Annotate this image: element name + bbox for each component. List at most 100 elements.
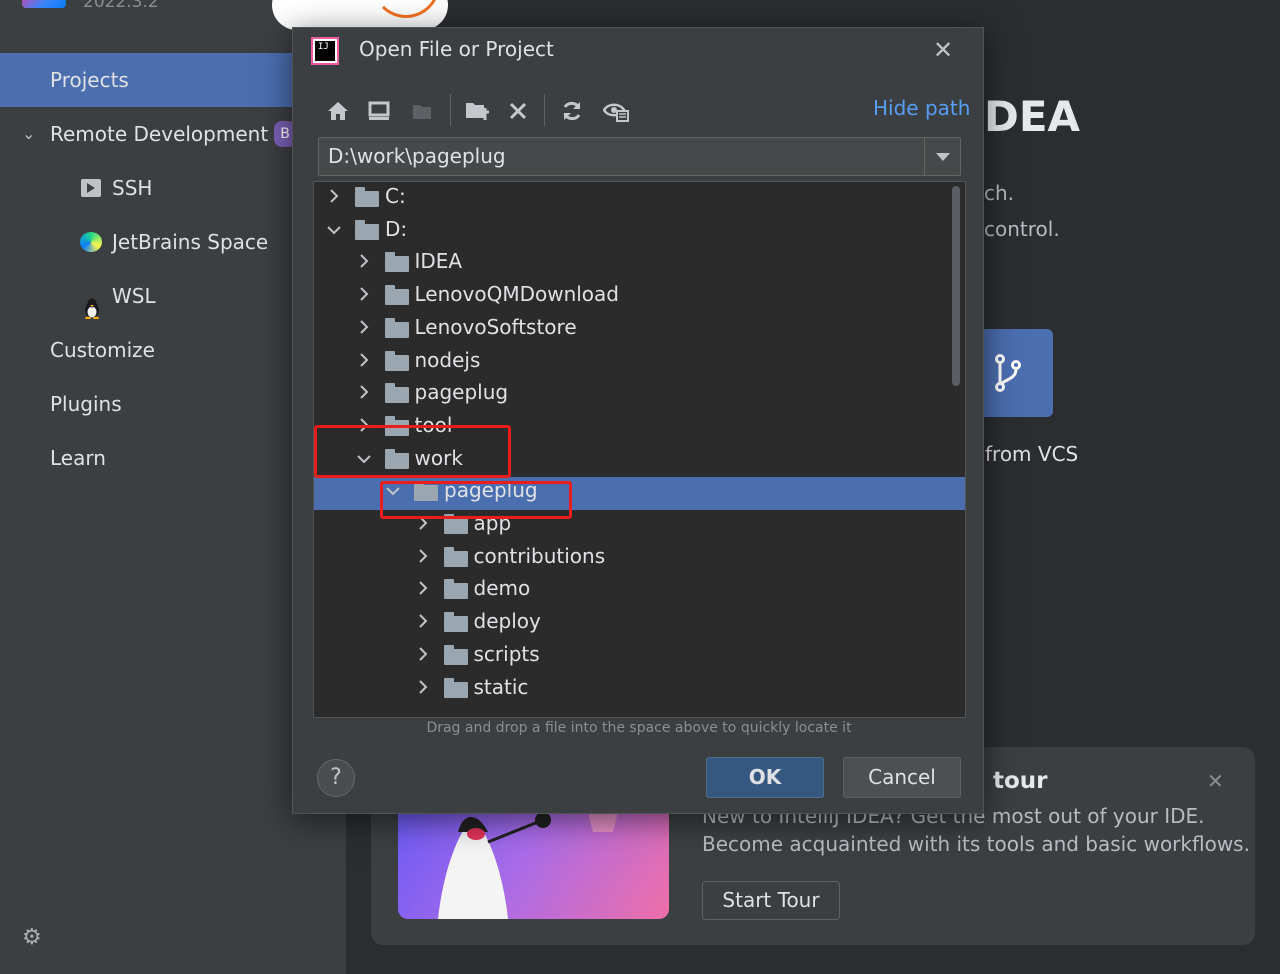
chevron-right-icon[interactable] [415,546,431,568]
intellij-logo [22,0,66,8]
tree-row-label: IDEA [414,249,463,274]
refresh-icon[interactable] [557,96,587,126]
folder-icon [384,317,409,339]
sidebar-item-label: Remote Development [50,122,269,146]
chevron-right-icon[interactable] [415,644,431,666]
chevron-down-icon[interactable] [924,138,960,175]
close-icon[interactable]: ✕ [933,36,953,64]
chevron-right-icon[interactable] [356,251,372,273]
chevron-down-icon[interactable]: ⌄ [22,107,35,161]
tree-row[interactable]: D: [314,216,965,249]
folder-icon [384,285,409,306]
help-button[interactable]: ? [317,759,355,797]
chevron-right-icon[interactable] [356,317,372,339]
tree-row[interactable]: pageplug [314,379,965,412]
tour-description: Become acquainted with its tools and bas… [702,832,1250,856]
jetbrains-space-icon [80,232,102,252]
tree-row-label: static [473,674,529,699]
intellij-app-icon: IJ [311,37,339,65]
chevron-right-icon[interactable] [356,382,372,404]
toolbar-separator [450,94,451,126]
get-from-vcs-button[interactable] [984,329,1053,417]
tree-row[interactable]: static [314,674,965,707]
folder-icon [384,252,409,273]
overlay-badge [272,0,448,30]
chevron-right-icon[interactable] [415,611,431,633]
chevron-right-icon[interactable] [326,186,342,208]
tour-illustration [398,812,669,919]
welcome-title: DEA [984,92,1081,141]
sidebar-item-label: Customize [50,338,155,362]
ok-button[interactable]: OK [706,757,824,798]
sidebar-item-ssh[interactable]: SSH [0,161,300,215]
tree-row[interactable]: contributions [314,543,965,576]
new-folder-icon[interactable] [462,96,492,126]
tree-row[interactable]: demo [314,575,965,608]
tree-row-label: D: [385,216,408,241]
path-value: D:\work\pageplug [328,144,506,168]
chevron-right-icon[interactable] [356,350,372,372]
desktop-icon[interactable] [364,96,394,126]
start-tour-button[interactable]: Start Tour [702,881,840,920]
tree-row-label: LenovoSoftstore [414,314,577,339]
chevron-down-icon[interactable] [326,219,342,241]
folder-icon [443,612,468,633]
tree-row-label: nodejs [414,347,481,372]
sidebar-item-label: Projects [50,68,129,92]
tree-row[interactable]: deploy [314,608,965,641]
sidebar-item-wsl[interactable]: WSL [0,269,300,323]
progress-ring [372,0,440,18]
get-from-vcs-label: from VCS [985,442,1079,466]
folder-icon [443,677,468,699]
chevron-right-icon[interactable] [415,677,431,699]
tree-scrollbar[interactable] [952,186,960,386]
tree-row[interactable]: C: [314,183,965,216]
folder-icon [384,350,409,372]
tour-title: tour [993,768,1048,794]
tree-row[interactable]: scripts [314,641,965,674]
annotation-box-work [314,425,511,478]
chevron-right-icon[interactable] [415,578,431,600]
drop-hint: Drag and drop a file into the space abov… [426,720,852,736]
dialog-title: Open File or Project [359,37,554,61]
tree-row-label: deploy [473,609,541,634]
cancel-button[interactable]: Cancel [843,757,961,798]
folder-icon [355,219,379,241]
tree-row[interactable]: nodejs [314,347,965,380]
folder-icon [355,187,379,208]
welcome-text-line: control. [984,217,1060,241]
tree-row[interactable]: IDEA [314,248,965,281]
project-folder-icon[interactable] [407,96,437,126]
tree-row-label: pageplug [414,380,509,405]
folder-icon [443,579,468,600]
sidebar-item-label: Learn [50,446,106,470]
hide-path-link[interactable]: Hide path [873,96,970,120]
app-version: 2022.3.2 [83,0,159,12]
delete-icon[interactable] [503,96,533,126]
sidebar-item-label: JetBrains Space [112,230,269,254]
tree-row-label: scripts [473,641,540,666]
tree-row[interactable]: LenovoQMDownload [314,281,965,314]
chevron-right-icon[interactable] [356,284,372,306]
open-file-dialog: IJ Open File or Project ✕ Hide path D:\w… [292,27,984,814]
path-input[interactable]: D:\work\pageplug [318,137,961,176]
tree-row-label: contributions [473,543,606,568]
sidebar-item-label: WSL [112,284,156,308]
sidebar-item-jetbrains-space[interactable]: JetBrains Space [0,215,300,269]
folder-icon [443,644,468,666]
folder-icon [384,383,409,404]
tree-row-label: demo [473,576,531,601]
sidebar-item-label: SSH [112,176,153,200]
sidebar-item-label: Plugins [50,392,122,416]
branch-icon [995,354,1021,392]
close-icon[interactable]: ✕ [1207,769,1224,793]
annotation-box-pageplug [380,481,572,519]
toolbar-separator [544,94,545,126]
show-hidden-icon[interactable] [601,96,631,126]
linux-penguin-icon [82,285,102,320]
sidebar-item-projects[interactable]: Projects [0,53,294,107]
tree-row[interactable]: LenovoSoftstore [314,314,965,347]
home-icon[interactable] [323,96,353,126]
gear-icon[interactable]: ⚙ [22,925,42,950]
terminal-icon [81,179,101,197]
